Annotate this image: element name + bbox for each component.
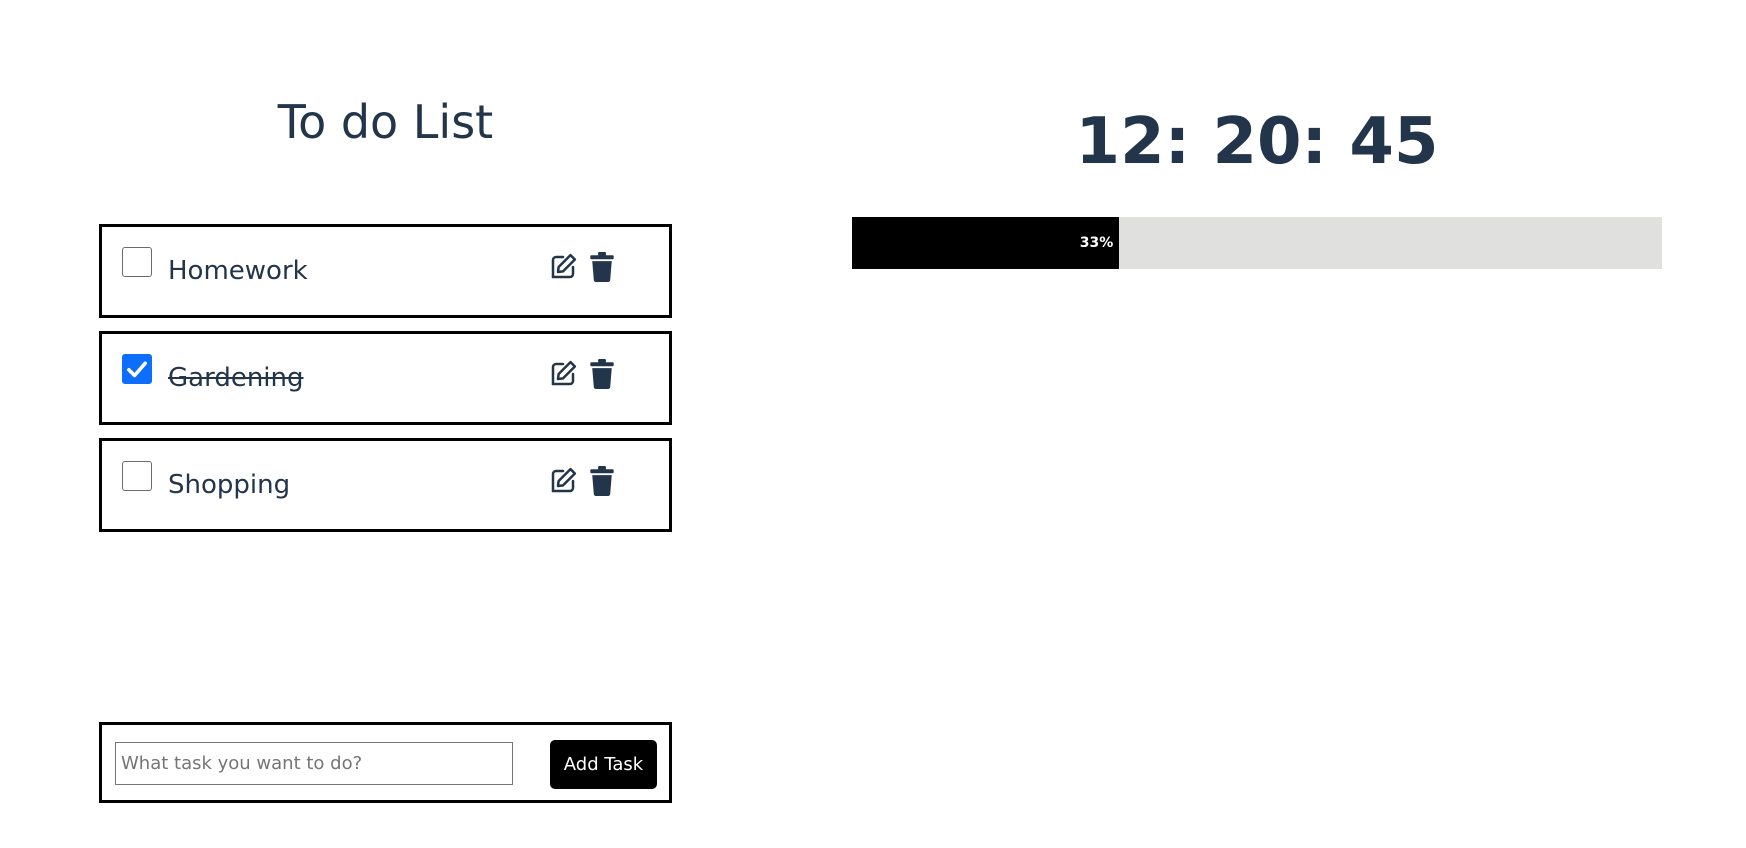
task-item: Homework — [99, 224, 672, 318]
task-item: Shopping — [99, 438, 672, 532]
clock-display: 12: 20: 45 — [1075, 105, 1439, 179]
task-label: Gardening — [168, 363, 304, 393]
task-item: Gardening — [99, 331, 672, 425]
check-icon — [127, 361, 147, 378]
task-label: Homework — [168, 256, 308, 286]
task-checkbox[interactable] — [122, 461, 152, 491]
timer-panel: 12: 20: 45 33% — [852, 0, 1662, 848]
trash-icon[interactable] — [589, 358, 615, 390]
page-title: To do List — [277, 95, 494, 149]
task-input[interactable] — [115, 742, 513, 785]
progress-bar: 33% — [852, 217, 1662, 269]
add-task-form: Add Task — [99, 722, 672, 803]
edit-icon[interactable] — [548, 252, 578, 282]
add-task-button[interactable]: Add Task — [550, 740, 657, 789]
progress-fill: 33% — [852, 217, 1120, 269]
edit-icon[interactable] — [548, 466, 578, 496]
task-checkbox[interactable] — [122, 354, 152, 384]
progress-label: 33% — [1079, 235, 1114, 251]
trash-icon[interactable] — [589, 251, 615, 283]
task-list: Homework Gardening Shopping — [99, 224, 672, 545]
edit-icon[interactable] — [548, 359, 578, 389]
task-checkbox[interactable] — [122, 247, 152, 277]
todo-panel: To do List Homework Gardening Shopping W… — [99, 0, 672, 848]
trash-icon[interactable] — [589, 465, 615, 497]
task-label: Shopping — [168, 470, 291, 500]
